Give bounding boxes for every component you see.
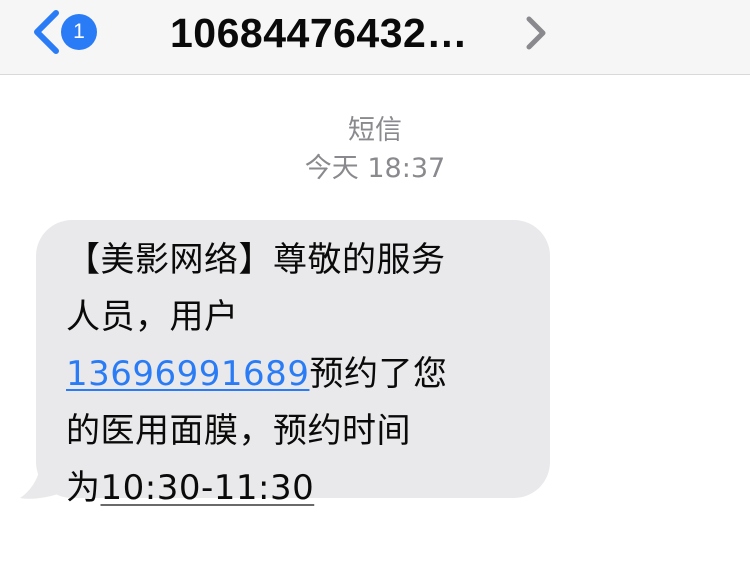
message-line: 的医用面膜，预约时间 <box>66 411 411 451</box>
time-range-link[interactable]: 10:30-11:30 <box>101 468 315 508</box>
conversation-meta: 短信 今天 18:37 <box>0 112 750 188</box>
message-line: 【美影网络】尊敬的服务 <box>66 240 446 280</box>
message-body: 【美影网络】尊敬的服务 人员，用户 13696991689预约了您 的医用面膜，… <box>66 232 522 517</box>
message-line: 为 <box>66 468 101 508</box>
chevron-right-icon[interactable] <box>524 16 548 50</box>
phone-number-link[interactable]: 13696991689 <box>66 354 309 394</box>
message-bubble[interactable]: 【美影网络】尊敬的服务 人员，用户 13696991689预约了您 的医用面膜，… <box>36 220 550 508</box>
back-button[interactable]: 1 <box>28 9 108 55</box>
message-line: 预约了您 <box>309 354 448 394</box>
sender-title[interactable]: 10684476432… <box>170 10 468 56</box>
message-timestamp: 今天 18:37 <box>304 153 446 184</box>
message-type-label: 短信 <box>348 115 402 146</box>
unread-count-badge: 1 <box>61 14 97 50</box>
chevron-left-icon <box>34 10 59 54</box>
navigation-bar: 1 10684476432… <box>0 0 750 75</box>
message-line: 人员，用户 <box>66 297 239 337</box>
